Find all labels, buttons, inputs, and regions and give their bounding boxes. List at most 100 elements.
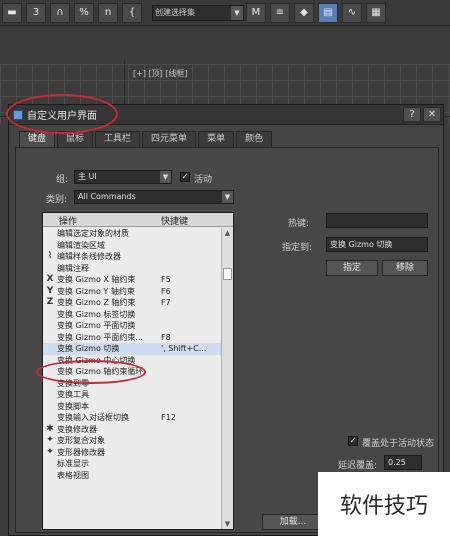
selection-set-value: 创建选择集 xyxy=(155,7,195,17)
toolbar-button-2[interactable]: ∩ xyxy=(50,2,70,23)
action-name: 变换 Gizmo 平面约束... xyxy=(57,332,144,342)
list-item[interactable]: 变换 Gizmo 标签切换 xyxy=(43,309,221,321)
main-toolbar: ▬ 3 ∩ % n { 创建选择集 ▼ M ≡ ◆ ▤ ∿ ▦ xyxy=(0,0,450,26)
close-button[interactable]: ✕ xyxy=(423,107,441,122)
active-checkbox[interactable]: ✓ xyxy=(180,172,190,182)
action-name: 变换修改器 xyxy=(57,424,97,434)
list-item[interactable]: 编辑渲染区域 xyxy=(43,240,221,252)
toolbar-button-align[interactable]: ≡ xyxy=(270,2,290,23)
action-shortcut: ', Shift+C... xyxy=(161,344,207,353)
toolbar-button-layer[interactable]: ◆ xyxy=(294,2,314,23)
list-item[interactable]: ⌇ 编辑样条线修改器 xyxy=(43,251,221,263)
tab-quads[interactable]: 四元菜单 xyxy=(142,131,197,147)
help-button[interactable]: ? xyxy=(403,107,421,122)
list-item[interactable]: ✦ 变形复合对象 xyxy=(43,435,221,447)
list-item[interactable]: 变换 Gizmo 平面切换 xyxy=(43,320,221,332)
toolbar-button-4[interactable]: n xyxy=(98,2,118,23)
action-name: 编辑渲染区域 xyxy=(57,240,105,250)
list-scrollbar[interactable]: ▲ ▼ xyxy=(221,228,233,529)
hotkey-field[interactable] xyxy=(326,213,428,228)
group-label: 组: xyxy=(56,175,69,185)
list-item[interactable]: ✱ 变换修改器 xyxy=(43,424,221,436)
list-item[interactable]: 变换工具 xyxy=(43,389,221,401)
column-action[interactable]: 操作 xyxy=(59,214,77,227)
action-icon: ✱ xyxy=(46,423,54,434)
action-icon: Y xyxy=(46,285,54,296)
action-shortcut: F8 xyxy=(161,332,171,342)
action-icon: Z xyxy=(46,297,54,307)
action-name: 变换 Gizmo 平面切换 xyxy=(57,321,136,330)
action-shortcut: F12 xyxy=(161,413,176,422)
scroll-thumb[interactable] xyxy=(223,268,232,280)
selection-set-dropdown[interactable]: 创建选择集 ▼ xyxy=(152,4,244,21)
toolbar-button-3[interactable]: % xyxy=(74,2,94,23)
list-item[interactable]: 变换 Gizmo 平面约束... F8 xyxy=(43,332,221,344)
category-label: 类别: xyxy=(46,195,68,205)
action-shortcut: F6 xyxy=(161,286,171,296)
watermark: 软件技巧 xyxy=(318,472,450,536)
list-item[interactable]: ✦ 变形器修改器 xyxy=(43,447,221,459)
list-item[interactable]: 编辑注释 xyxy=(43,263,221,275)
group-dropdown[interactable]: 主 UI ▼ xyxy=(74,170,172,184)
tab-colors[interactable]: 颜色 xyxy=(236,131,273,147)
toolbar-button-schematic[interactable]: ▦ xyxy=(366,2,386,23)
action-name: 变换 Gizmo 标签切换 xyxy=(57,309,136,319)
list-item[interactable]: Z 变换 Gizmo Z 轴约束 F7 xyxy=(43,297,221,309)
action-name: 变换 Gizmo X 轴约束 xyxy=(57,275,136,284)
action-icon: ✦ xyxy=(46,446,54,457)
chevron-down-icon: ▼ xyxy=(222,191,233,203)
toolbar-button-1[interactable]: 3 xyxy=(26,2,46,23)
toolbar-button-5[interactable]: { xyxy=(122,2,142,23)
viewport-label[interactable]: [+] [顶] [线框] xyxy=(133,68,188,79)
action-name: 变换 Gizmo Z 轴约束 xyxy=(57,298,136,307)
action-name: 编辑样条线修改器 xyxy=(57,252,121,261)
action-name: 编辑注释 xyxy=(57,263,89,273)
action-name: 标准显示 xyxy=(57,459,89,468)
assign-button[interactable]: 指定 xyxy=(326,260,378,276)
action-name: 变换脚本 xyxy=(57,401,89,411)
list-item[interactable]: 标准显示 xyxy=(43,458,221,470)
action-name: 编辑选定对象的材质 xyxy=(57,229,129,238)
action-name: 表格视图 xyxy=(57,470,89,480)
delay-spinner[interactable]: 0.25 xyxy=(384,455,422,470)
action-shortcut: F7 xyxy=(161,298,171,307)
list-item[interactable]: 表格视图 xyxy=(43,470,221,482)
active-label: 活动 xyxy=(194,175,213,185)
action-name: 变形器修改器 xyxy=(57,447,105,457)
action-name: 变换 Gizmo Y 轴约束 xyxy=(57,286,135,296)
scroll-down-icon[interactable]: ▼ xyxy=(222,519,233,529)
toolbar-button-curve-editor[interactable]: ∿ xyxy=(342,2,362,23)
list-item[interactable]: Y 变换 Gizmo Y 轴约束 F6 xyxy=(43,286,221,298)
toolbar-button-0[interactable]: ▬ xyxy=(2,2,22,23)
list-item[interactable]: 变换脚本 xyxy=(43,401,221,413)
scroll-up-icon[interactable]: ▲ xyxy=(222,228,233,238)
override-checkbox[interactable]: ✓ xyxy=(348,436,358,446)
title-highlight-ellipse xyxy=(6,94,118,134)
assigned-to-label: 指定到: xyxy=(282,243,313,253)
category-value: All Commands xyxy=(78,192,136,201)
hotkey-label: 热键: xyxy=(288,219,310,229)
list-item[interactable]: 变换输入对话框切换 F12 xyxy=(43,412,221,424)
chevron-down-icon: ▼ xyxy=(160,171,171,183)
list-item[interactable]: 变换 Gizmo 切换 ', Shift+C... xyxy=(43,343,221,355)
action-name: 变形复合对象 xyxy=(57,436,105,445)
chevron-down-icon: ▼ xyxy=(231,5,243,20)
tab-menus[interactable]: 菜单 xyxy=(198,131,235,147)
toolbar-button-ribbon[interactable]: ▤ xyxy=(318,2,338,23)
override-label: 覆盖处于活动状态 xyxy=(362,439,435,449)
list-item[interactable]: 编辑选定对象的材质 xyxy=(43,228,221,240)
action-icon: ✦ xyxy=(46,435,54,445)
category-dropdown[interactable]: All Commands ▼ xyxy=(74,190,234,204)
action-icon: ⌇ xyxy=(47,251,53,261)
list-item[interactable]: X 变换 Gizmo X 轴约束 F5 xyxy=(43,274,221,286)
action-shortcut: F5 xyxy=(161,275,171,284)
toolbar-button-mirror[interactable]: M xyxy=(246,2,266,23)
action-name: 变换工具 xyxy=(57,390,89,399)
load-button[interactable]: 加载... xyxy=(262,514,324,530)
row-highlight-ellipse xyxy=(36,360,146,384)
delay-label: 延迟覆盖: xyxy=(338,461,378,471)
tab-toolbars[interactable]: 工具栏 xyxy=(95,131,141,147)
remove-button[interactable]: 移除 xyxy=(382,260,428,276)
column-shortcut[interactable]: 快捷键 xyxy=(161,214,188,227)
assigned-to-field: 变换 Gizmo 切换 xyxy=(326,237,428,252)
